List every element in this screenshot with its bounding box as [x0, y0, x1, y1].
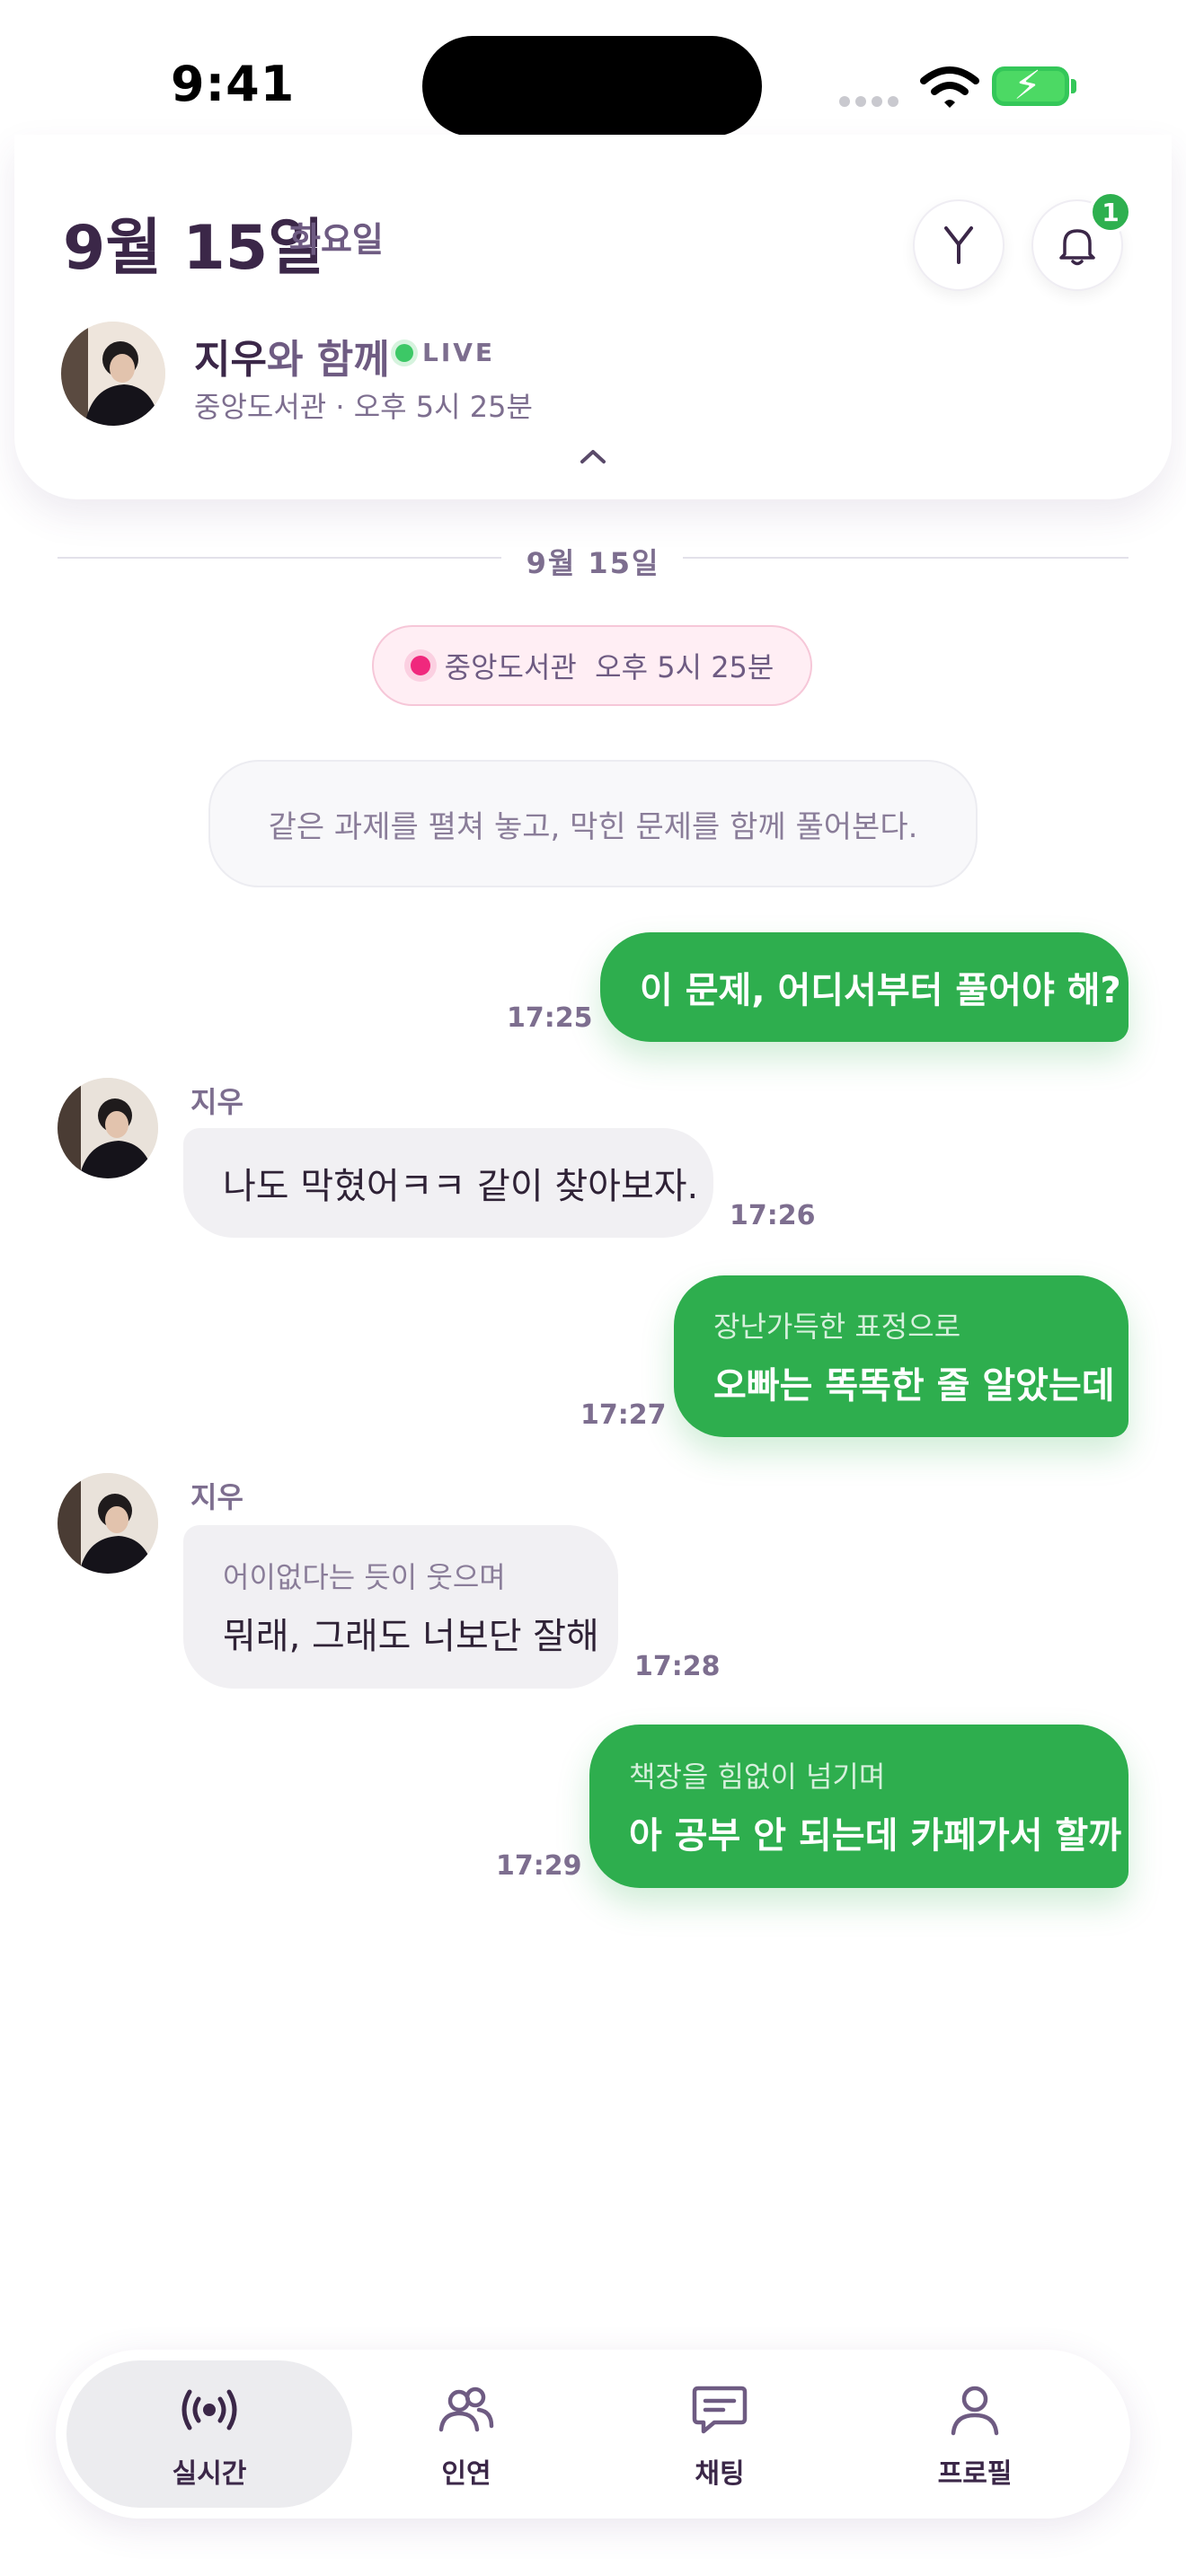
message-action: 어이없다는 듯이 웃으며 — [223, 1560, 506, 1594]
message-text: 이 문제, 어디서부터 풀어야 해? — [640, 970, 1121, 1011]
tab-connections[interactable]: 인연 — [323, 2360, 609, 2508]
status-time: 9:41 — [171, 56, 296, 112]
tab-label: 인연 — [441, 2458, 491, 2490]
cellular-signal-icon — [839, 93, 904, 110]
live-indicator-dot — [395, 344, 413, 362]
live-label: LIVE — [422, 338, 496, 367]
date-divider: 9월 15일 — [526, 546, 660, 580]
message-action: 책장을 힘없이 넘기며 — [629, 1760, 886, 1794]
chevron-up-icon[interactable] — [579, 447, 607, 465]
header-card — [14, 135, 1172, 499]
message-text: 뭐래, 그래도 너보단 잘해 — [223, 1616, 599, 1657]
broadcast-icon — [181, 2389, 237, 2430]
message-bubble-me[interactable]: 책장을 힘없이 넘기며 아 공부 안 되는데 카페가서 할까 — [589, 1725, 1128, 1888]
tab-chat[interactable]: 채팅 — [577, 2360, 863, 2508]
dynamic-island — [422, 36, 762, 137]
partner-name: 지우 — [194, 337, 267, 383]
message-text: 나도 막혔어ㅋㅋ 같이 찾아보자. — [223, 1166, 699, 1207]
tab-label: 실시간 — [172, 2458, 247, 2490]
message-timestamp: 17:27 — [580, 1399, 667, 1431]
tab-label: 프로필 — [937, 2458, 1013, 2490]
branch-icon — [944, 226, 973, 264]
message-action: 장난가득한 표정으로 — [713, 1310, 961, 1344]
message-bubble-me[interactable]: 이 문제, 어디서부터 풀어야 해? — [600, 932, 1128, 1042]
profile-icon — [951, 2386, 999, 2436]
message-bubble-me[interactable]: 장난가득한 표정으로 오빠는 똑똑한 줄 알았는데 — [674, 1275, 1128, 1437]
tab-profile[interactable]: 프로필 — [832, 2360, 1118, 2508]
sender-avatar[interactable] — [58, 1473, 158, 1574]
page-title-date: 9월 15일 — [63, 213, 324, 284]
bell-icon — [1059, 229, 1095, 266]
charging-bolt-icon: ⚡ — [1013, 63, 1041, 109]
sender-name: 지우 — [190, 1085, 243, 1119]
chat-icon — [692, 2386, 748, 2434]
sender-photo — [58, 1473, 158, 1574]
message-timestamp: 17:29 — [496, 1850, 582, 1882]
message-timestamp: 17:25 — [507, 1002, 593, 1034]
narration-box: 같은 과제를 펼쳐 놓고, 막힌 문제를 함께 풀어본다. — [208, 760, 978, 887]
location-dot-icon — [410, 656, 430, 675]
divider-line-left — [58, 557, 501, 559]
location-time: 중앙도서관 · 오후 5시 25분 — [194, 390, 533, 424]
wifi-icon — [920, 66, 979, 108]
bottom-tab-bar: 실시간 인연 채팅 프로필 — [56, 2350, 1130, 2519]
message-timestamp: 17:26 — [730, 1200, 816, 1231]
message-timestamp: 17:28 — [634, 1651, 721, 1682]
divider-line-right — [683, 557, 1128, 559]
partner-title: 지우와 함께 — [194, 327, 390, 384]
tab-label: 채팅 — [695, 2458, 745, 2490]
notification-badge: 1 — [1089, 190, 1132, 234]
partner-photo — [61, 322, 165, 426]
tab-live[interactable]: 실시간 — [66, 2360, 352, 2508]
battery-cap — [1071, 79, 1076, 93]
message-bubble-partner[interactable]: 어이없다는 듯이 웃으며 뭐래, 그래도 너보단 잘해 — [183, 1525, 618, 1689]
message-text: 오빠는 똑똑한 줄 알았는데 — [713, 1365, 1115, 1407]
weekday-label: 화요일 — [289, 220, 384, 260]
sender-name: 지우 — [190, 1480, 243, 1514]
sender-avatar[interactable] — [58, 1078, 158, 1178]
partner-suffix: 와 함께 — [266, 337, 390, 383]
sender-photo — [58, 1078, 158, 1178]
people-icon — [438, 2386, 494, 2432]
location-pill-text: 중앙도서관 오후 5시 25분 — [444, 650, 774, 684]
message-bubble-partner[interactable]: 나도 막혔어ㅋㅋ 같이 찾아보자. — [183, 1128, 713, 1238]
message-text: 아 공부 안 되는데 카페가서 할까 — [629, 1815, 1122, 1857]
branch-button[interactable] — [913, 199, 1005, 291]
partner-avatar[interactable] — [61, 322, 165, 426]
location-pill: 중앙도서관 오후 5시 25분 — [372, 625, 812, 706]
